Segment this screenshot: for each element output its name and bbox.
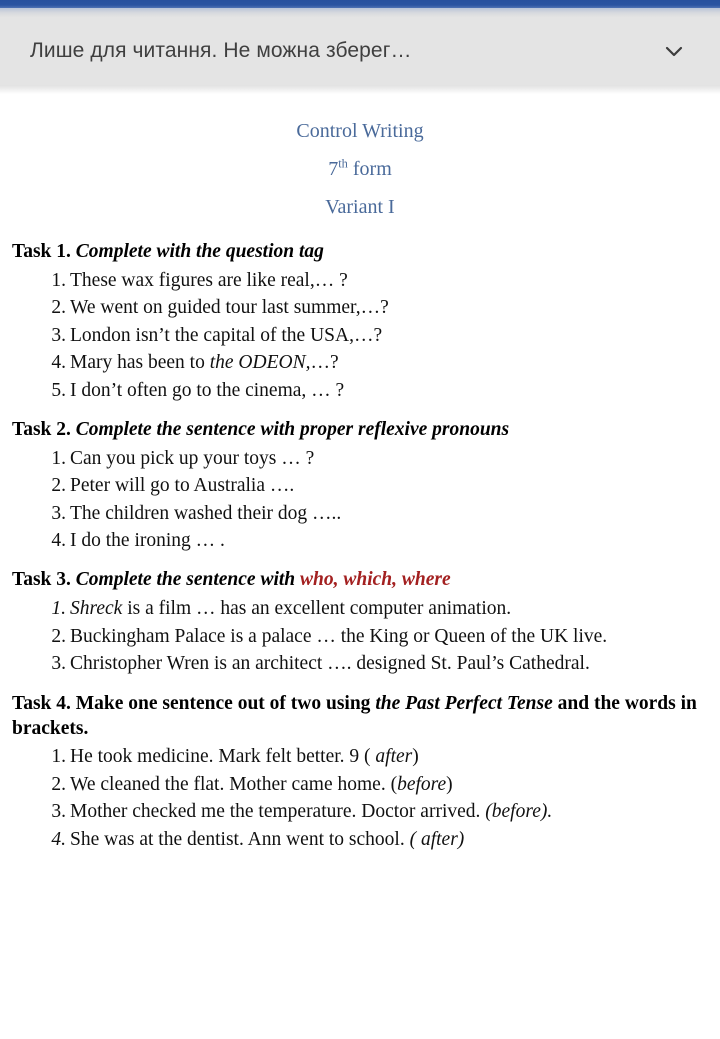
item-emphasis: after [375, 746, 413, 768]
task-3-heading: Task 3. Complete the sentence with who, … [12, 568, 708, 593]
form-word: form [347, 158, 392, 180]
doc-title-text: Control Writing [296, 120, 424, 142]
list-item: Christopher Wren is an architect …. desi… [46, 650, 708, 678]
task-1-heading: Task 1. Complete with the question tag [12, 240, 708, 265]
item-text: She was at the dentist. Ann went to scho… [70, 828, 410, 850]
list-item: Mary has been to the ODEON,…? [46, 349, 708, 377]
task-4-title-emphasis: the Past Perfect Tense [375, 692, 553, 714]
task-4-title: Make one sentence out of two using [75, 692, 376, 714]
task-2-label: Task 2. [12, 418, 71, 440]
item-emphasis: (before). [485, 801, 553, 823]
task-1-title: Complete with the question tag [75, 241, 324, 262]
item-text-tail: ) [412, 746, 419, 768]
item-text: We went on guided tour last summer,…? [70, 297, 389, 319]
task-4-label: Task 4. [12, 692, 76, 714]
form-ordinal-suffix: th [338, 156, 348, 171]
task-2-heading: Task 2. Complete the sentence with prope… [12, 418, 708, 443]
status-bar [0, 0, 720, 8]
item-text: Can you pick up your toys … ? [70, 447, 315, 469]
item-text: We cleaned the flat. Mother came home. ( [70, 773, 398, 795]
task-3-list: Shreck is a film … has an excellent comp… [12, 595, 708, 678]
chevron-down-icon [659, 36, 689, 66]
item-emphasis: Shreck [70, 598, 123, 620]
item-text: The children washed their dog ….. [70, 502, 342, 524]
list-item: The children washed their dog ….. [46, 500, 708, 528]
list-item: I don’t often go to the cinema, … ? [46, 377, 708, 405]
list-item: Can you pick up your toys … ? [46, 445, 708, 473]
item-text: Peter will go to Australia …. [70, 475, 295, 497]
list-item: These wax figures are like real,… ? [46, 267, 708, 295]
item-text-tail: is a film … has an excellent computer an… [122, 598, 512, 620]
item-text-tail: ) [446, 773, 453, 795]
document-content: Control Writing 7th form Variant I Task … [0, 94, 720, 853]
doc-title-line-3: Variant I [12, 188, 708, 226]
item-text: He took medicine. Mark felt better. 9 ( [70, 746, 376, 768]
doc-title-line-2: 7th form [12, 150, 708, 188]
item-text: London isn’t the capital of the USA,…? [70, 324, 383, 346]
form-number: 7 [328, 158, 339, 180]
item-text: Mother checked me the temperature. Docto… [70, 801, 486, 823]
task-2-list: Can you pick up your toys … ? Peter will… [12, 445, 708, 555]
list-item: We cleaned the flat. Mother came home. (… [46, 771, 708, 799]
task-2-title: Complete the sentence with proper reflex… [75, 418, 510, 440]
doc-title-line-1: Control Writing [12, 112, 708, 150]
chrome-gradient-divider [0, 8, 720, 17]
list-item: Mother checked me the temperature. Docto… [46, 798, 708, 826]
task-1-label: Task 1. [12, 241, 71, 262]
item-text: I do the ironing … . [70, 530, 225, 552]
item-emphasis: before [397, 773, 447, 795]
task-3-title: Complete the sentence with [75, 569, 301, 591]
list-item: Peter will go to Australia …. [46, 472, 708, 500]
task-1-list: These wax figures are like real,… ? We w… [12, 267, 708, 404]
banner-bottom-shadow [0, 85, 720, 94]
list-item: He took medicine. Mark felt better. 9 ( … [46, 743, 708, 771]
list-item: Buckingham Palace is a palace … the King… [46, 623, 708, 651]
list-item: Shreck is a film … has an excellent comp… [46, 595, 708, 623]
item-text: Buckingham Palace is a palace … the King… [70, 625, 608, 647]
item-text: These wax figures are like real,… ? [70, 269, 348, 291]
task-3-label: Task 3. [12, 569, 71, 591]
list-item: London isn’t the capital of the USA,…? [46, 322, 708, 350]
item-emphasis: the ODEON, [209, 352, 311, 374]
app-chrome: Лише для читання. Не можна зберег… [0, 0, 720, 94]
variant-text: Variant I [325, 196, 395, 218]
task-3-keywords: who, which, where [300, 569, 451, 591]
item-emphasis: ( after) [409, 828, 465, 850]
item-text: Christopher Wren is an architect …. desi… [70, 653, 590, 675]
item-text-tail: …? [310, 352, 339, 374]
read-only-message: Лише для читання. Не можна зберег… [30, 39, 412, 62]
list-item: She was at the dentist. Ann went to scho… [46, 826, 708, 854]
task-4-list: He took medicine. Mark felt better. 9 ( … [12, 743, 708, 853]
expand-banner-button[interactable] [652, 29, 696, 73]
item-text: I don’t often go to the cinema, … ? [70, 379, 345, 401]
task-4-heading: Task 4. Make one sentence out of two usi… [12, 692, 708, 742]
read-only-notification-bar[interactable]: Лише для читання. Не можна зберег… [0, 17, 720, 85]
list-item: We went on guided tour last summer,…? [46, 294, 708, 322]
list-item: I do the ironing … . [46, 527, 708, 555]
item-text: Mary has been to [70, 352, 210, 374]
